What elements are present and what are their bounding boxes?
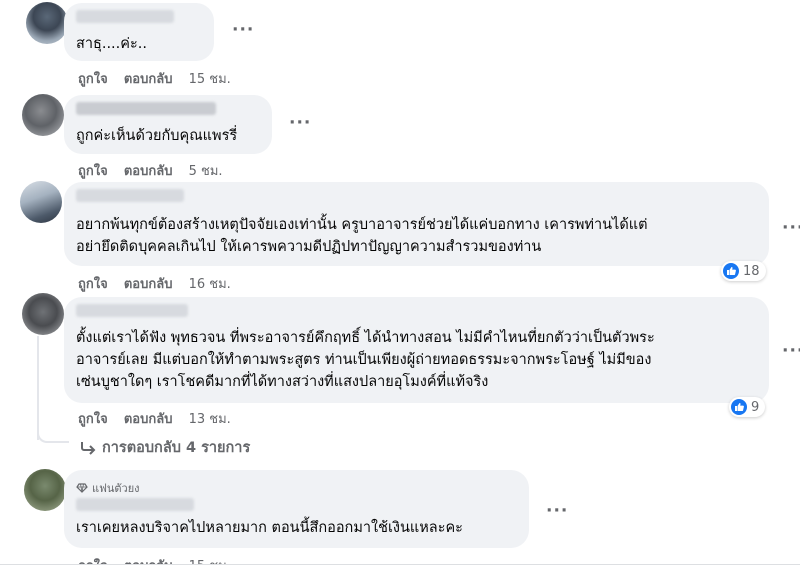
comment-actions: ถูกใจ ตอบกลับ 5 ชม.: [78, 160, 235, 181]
like-reaction-icon: [731, 399, 747, 415]
commenter-name-blurred[interactable]: [76, 498, 194, 511]
view-replies-label: การตอบกลับ 4 รายการ: [102, 440, 251, 456]
more-options-icon[interactable]: ···: [289, 113, 311, 133]
more-options-icon[interactable]: ···: [232, 20, 254, 40]
comment-time[interactable]: 13 ชม.: [189, 412, 231, 427]
avatar[interactable]: [26, 2, 68, 44]
reply-thread-curve: [37, 425, 69, 443]
like-button[interactable]: ถูกใจ: [78, 72, 108, 87]
commenter-name-blurred[interactable]: [76, 189, 184, 202]
reply-button[interactable]: ตอบกลับ: [124, 277, 173, 292]
commenter-name-blurred[interactable]: [76, 102, 216, 115]
comment-time[interactable]: 16 ชม.: [189, 277, 231, 292]
comment-text-line: อาจารย์เลย มีแต่บอกให้ทำตามพระสูตร ท่านเ…: [76, 352, 652, 368]
comment-text-line: อย่ายึดติดบุคคลเกินไป ให้เคารพความดีปฏิป…: [76, 239, 542, 255]
diamond-icon: [76, 483, 88, 493]
avatar[interactable]: [22, 293, 64, 335]
top-fan-badge[interactable]: แฟนตัวยง: [76, 479, 140, 497]
reaction-count[interactable]: 18: [721, 261, 766, 281]
more-options-icon[interactable]: ···: [782, 341, 800, 361]
comment-text: ถูกค่ะเห็นด้วยกับคุณแพรรี่: [76, 128, 238, 144]
comment-bubble: แฟนตัวยง เราเคยหลงบริจาคไปหลายมาก ตอนนี้…: [64, 470, 529, 548]
like-button[interactable]: ถูกใจ: [78, 164, 108, 179]
comment-bubble: ถูกค่ะเห็นด้วยกับคุณแพรรี่: [64, 95, 272, 154]
fan-badge-label: แฟนตัวยง: [92, 482, 140, 495]
reaction-number: 9: [751, 399, 760, 415]
view-replies-link[interactable]: การตอบกลับ 4 รายการ: [80, 436, 250, 459]
comment-text-line: อยากพ้นทุกข์ต้องสร้างเหตุปัจจัยเองเท่านั…: [76, 217, 648, 233]
like-button[interactable]: ถูกใจ: [78, 277, 108, 292]
comment-time[interactable]: 15 ชม.: [189, 72, 231, 87]
comment-bubble: ตั้งแต่เราได้ฟัง พุทธวจน ที่พระอาจารย์คึ…: [64, 297, 769, 403]
commenter-name-blurred[interactable]: [76, 10, 174, 23]
bottom-divider: [0, 564, 800, 579]
comment-actions: ถูกใจ ตอบกลับ 13 ชม.: [78, 408, 243, 429]
comment-text: เราเคยหลงบริจาคไปหลายมาก ตอนนี้สึกออกมาใ…: [76, 520, 463, 536]
commenter-name-blurred[interactable]: [76, 304, 188, 317]
comment-bubble: อยากพ้นทุกข์ต้องสร้างเหตุปัจจัยเองเท่านั…: [64, 182, 769, 266]
avatar[interactable]: [24, 469, 66, 511]
comment-actions: ถูกใจ ตอบกลับ 15 ชม.: [78, 68, 243, 89]
reaction-count[interactable]: 9: [729, 397, 766, 417]
comment-actions: ถูกใจ ตอบกลับ 16 ชม.: [78, 273, 243, 294]
reply-button[interactable]: ตอบกลับ: [124, 72, 173, 87]
comment-text-line: ตั้งแต่เราได้ฟัง พุทธวจน ที่พระอาจารย์คึ…: [76, 330, 655, 346]
like-reaction-icon: [723, 263, 739, 279]
avatar[interactable]: [22, 94, 64, 136]
comment-text-line: เซ่นบูชาใดๆ เราโชคดีมากที่ได้ทางสว่างที่…: [76, 374, 489, 390]
reply-button[interactable]: ตอบกลับ: [124, 412, 173, 427]
more-options-icon[interactable]: ···: [546, 501, 568, 521]
like-button[interactable]: ถูกใจ: [78, 412, 108, 427]
comment-time[interactable]: 5 ชม.: [189, 164, 223, 179]
reply-button[interactable]: ตอบกลับ: [124, 164, 173, 179]
comment-text: สาธุ....ค่ะ..: [76, 36, 147, 52]
comment-bubble: สาธุ....ค่ะ..: [64, 3, 214, 61]
avatar[interactable]: [20, 181, 62, 223]
more-options-icon[interactable]: ···: [782, 218, 800, 238]
reply-arrow-icon: [81, 441, 96, 455]
reaction-number: 18: [743, 263, 760, 279]
